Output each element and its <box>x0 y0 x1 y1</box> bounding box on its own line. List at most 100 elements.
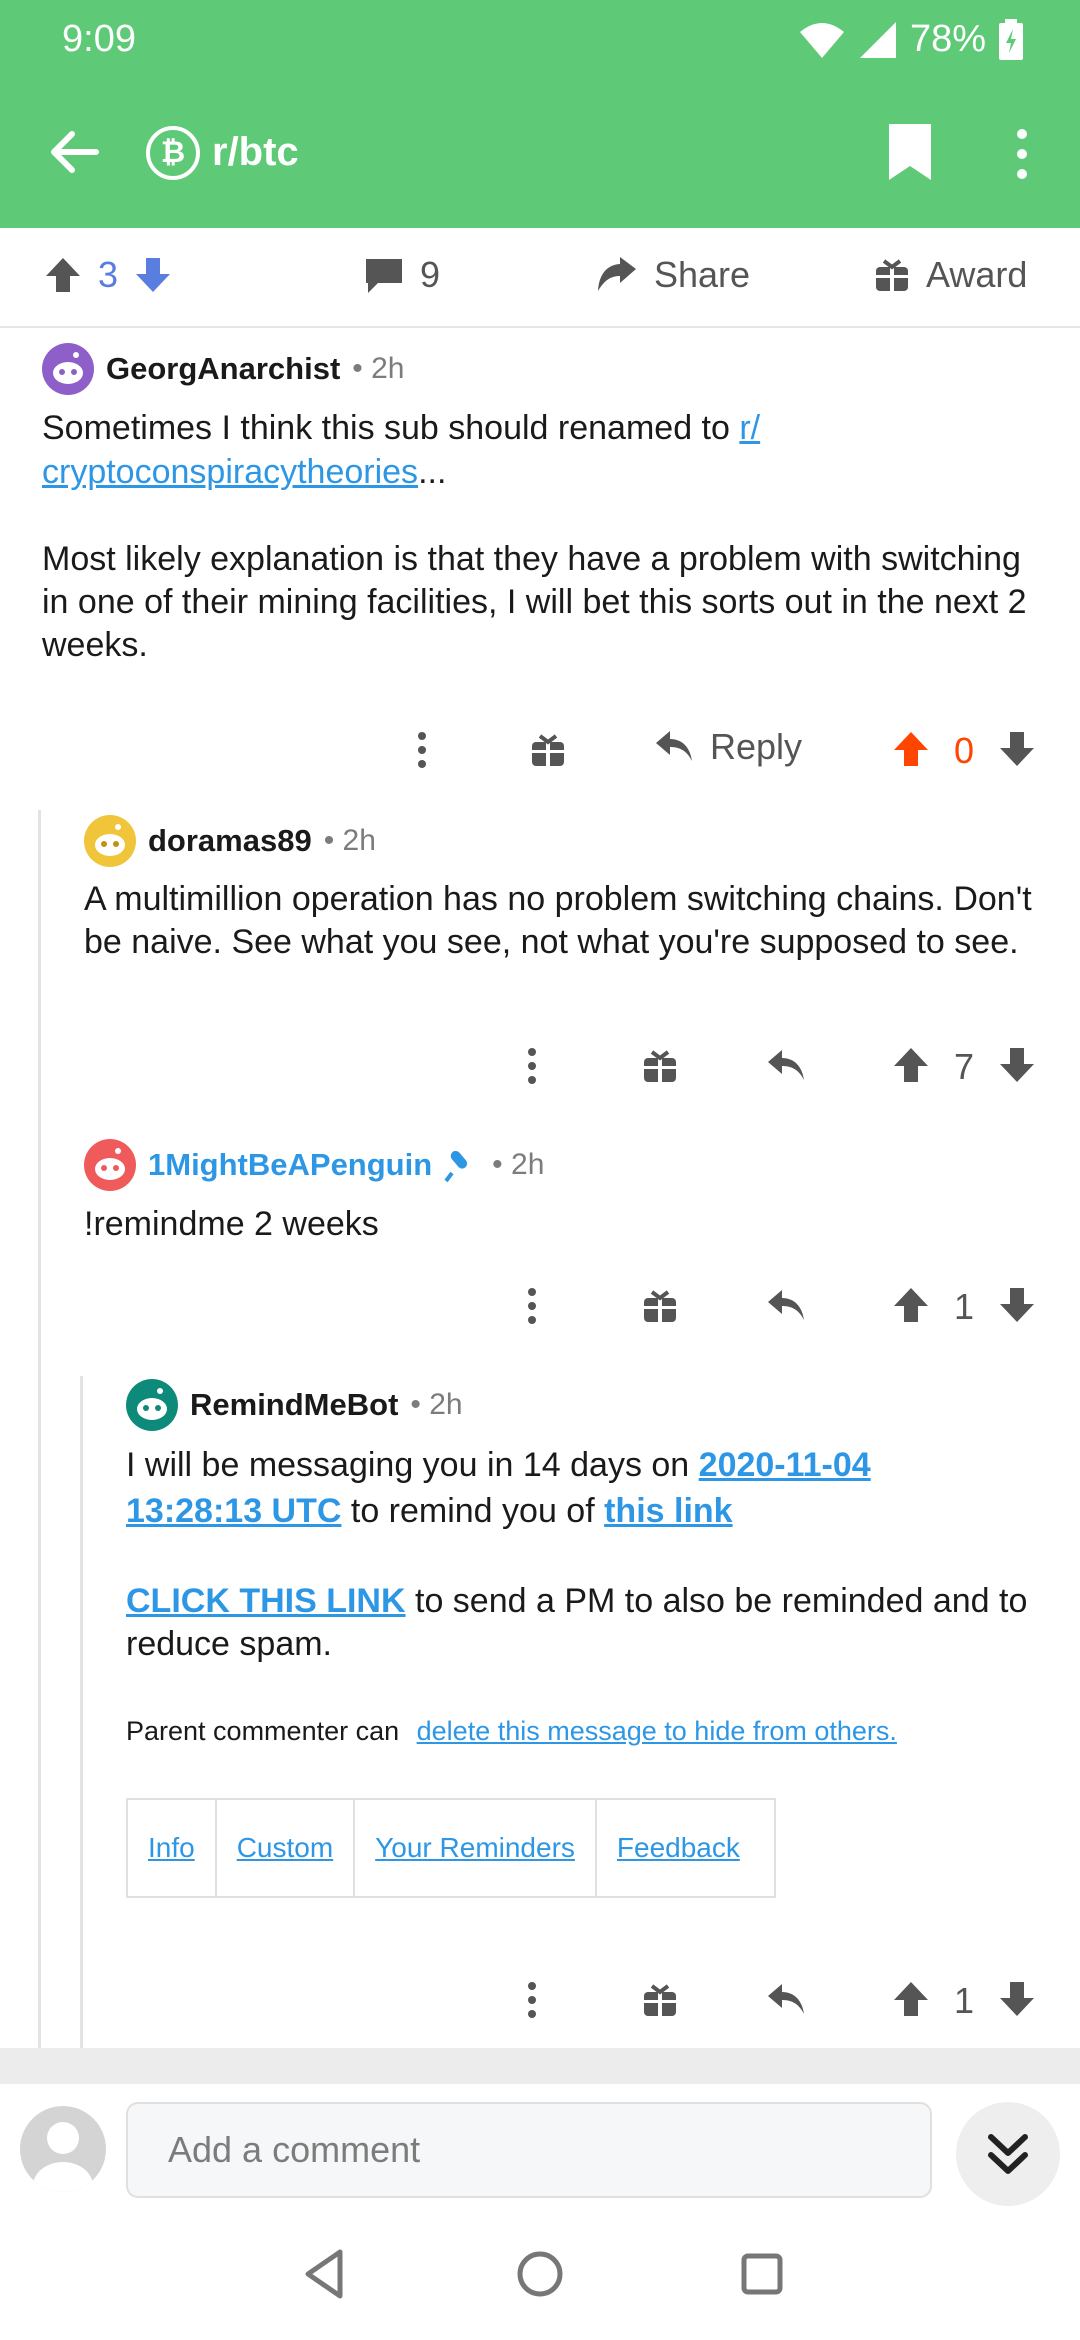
upvote-icon[interactable] <box>44 256 82 294</box>
battery-icon <box>999 18 1023 60</box>
upvote-icon[interactable] <box>892 1286 930 1324</box>
more-options-icon[interactable] <box>412 730 432 770</box>
comment-author[interactable]: RemindMeBot <box>190 1387 398 1423</box>
share-icon <box>598 257 636 291</box>
comment-1mightbeapenguin: 1MightBeAPenguin • 2h !remindme 2 weeks <box>84 1136 1064 1246</box>
more-options-icon[interactable] <box>522 1286 542 1326</box>
comment-time: • 2h <box>492 1148 545 1181</box>
comment-time: • 2h <box>323 824 376 857</box>
upvote-icon[interactable] <box>892 1980 930 2018</box>
comment-score: 1 <box>954 1980 975 2021</box>
nav-home-icon[interactable] <box>510 2244 570 2304</box>
comment-actions: 1 <box>510 1264 1050 1344</box>
reply-icon[interactable] <box>766 1288 806 1324</box>
feedback-link[interactable]: Feedback <box>597 1800 760 1896</box>
comment-actions: Reply 0 <box>400 710 1040 790</box>
delete-message-link[interactable]: delete this message to hide from others. <box>417 1716 897 1746</box>
bookmark-icon[interactable] <box>885 122 935 182</box>
subreddit-link-cont[interactable]: cryptoconspiracytheories <box>42 453 418 491</box>
comments-button[interactable]: 9 <box>364 254 440 296</box>
more-options-icon[interactable] <box>522 1046 542 1086</box>
comment-author[interactable]: 1MightBeAPenguin <box>148 1147 432 1183</box>
add-comment-input[interactable]: Add a comment <box>126 2102 932 2198</box>
comment-body: A multimillion operation has no problem … <box>84 880 1032 961</box>
section-divider <box>0 2048 1080 2084</box>
date-link[interactable]: 2020-11-04 <box>699 1446 871 1484</box>
avatar[interactable] <box>84 1139 136 1191</box>
nav-back-icon[interactable] <box>296 2244 356 2304</box>
comment-score: 1 <box>954 1286 975 1327</box>
post-vote: 3 <box>44 254 172 296</box>
comment-header: doramas89 • 2h <box>84 812 1064 870</box>
comment-body: I will be messaging you in 14 days on 20… <box>126 1442 1066 1898</box>
status-icons: 78% <box>798 18 1024 61</box>
avatar[interactable] <box>126 1379 178 1431</box>
reply-icon[interactable] <box>766 1048 806 1084</box>
click-this-link[interactable]: CLICK THIS LINK <box>126 1582 406 1620</box>
back-arrow-icon[interactable] <box>44 122 104 182</box>
app-bar: 9:09 78% ₿ r/btc <box>0 0 1080 228</box>
status-bar: 9:09 78% <box>0 0 1080 80</box>
comment-paragraph: Parent commenter can delete this message… <box>126 1716 897 1746</box>
comment-paragraph: I will be messaging you in 14 days on 20… <box>126 1446 871 1530</box>
comment-score: 7 <box>954 1046 975 1087</box>
avatar[interactable] <box>84 815 136 867</box>
user-silhouette-icon <box>33 2122 93 2192</box>
snoo-avatar-icon <box>95 1148 125 1180</box>
collapse-comments-button[interactable] <box>956 2102 1060 2206</box>
comment-header: GeorgAnarchist • 2h <box>42 340 1042 398</box>
comment-actions: 7 <box>510 1024 1050 1104</box>
reply-icon[interactable] <box>766 1982 806 2018</box>
comment-score: 0 <box>954 730 975 771</box>
upvote-icon[interactable] <box>892 730 930 768</box>
date-link-cont[interactable]: 13:28:13 UTC <box>126 1492 341 1530</box>
downvote-icon[interactable] <box>998 1046 1036 1084</box>
upvote-icon[interactable] <box>892 1046 930 1084</box>
toolbar: ₿ r/btc <box>0 100 1080 210</box>
your-reminders-link[interactable]: Your Reminders <box>355 1800 597 1896</box>
comment-remindmebot: RemindMeBot • 2h I will be messaging you… <box>126 1376 1066 1898</box>
gift-icon[interactable] <box>642 1982 678 2018</box>
battery-percent: 78% <box>909 18 986 60</box>
gift-icon[interactable] <box>642 1288 678 1324</box>
gift-icon <box>876 259 908 291</box>
this-link[interactable]: this link <box>604 1492 732 1530</box>
more-options-icon[interactable] <box>522 1980 542 2020</box>
reply-label: Reply <box>710 726 803 767</box>
gift-icon[interactable] <box>642 1048 678 1084</box>
signal-icon <box>859 21 896 58</box>
comment-paragraph: Most likely explanation is that they hav… <box>42 540 1027 664</box>
comment-time: • 2h <box>410 1388 463 1421</box>
downvote-icon[interactable] <box>134 256 172 294</box>
user-avatar[interactable] <box>20 2106 106 2192</box>
reply-button[interactable]: Reply <box>654 726 802 768</box>
info-link[interactable]: Info <box>128 1800 217 1896</box>
subreddit-name[interactable]: r/btc <box>212 130 299 175</box>
comment-georganarchist: GeorgAnarchist • 2h Sometimes I think th… <box>42 340 1042 667</box>
avatar[interactable] <box>42 343 94 395</box>
custom-link[interactable]: Custom <box>217 1800 356 1896</box>
snoo-avatar-icon <box>137 1388 167 1420</box>
more-vert-icon[interactable] <box>1004 126 1040 182</box>
wifi-icon <box>799 22 844 58</box>
share-label: Share <box>654 254 751 295</box>
comment-author[interactable]: doramas89 <box>148 823 312 859</box>
reminder-links-table: Info Custom Your Reminders Feedback <box>126 1798 776 1898</box>
subreddit-icon[interactable]: ₿ <box>146 126 200 180</box>
nav-recents-icon[interactable] <box>732 2244 792 2304</box>
downvote-icon[interactable] <box>998 730 1036 768</box>
status-time: 9:09 <box>62 18 136 60</box>
comment-author[interactable]: GeorgAnarchist <box>106 351 340 387</box>
downvote-icon[interactable] <box>998 1286 1036 1324</box>
subreddit-link[interactable]: r/ <box>739 409 760 447</box>
microphone-icon <box>444 1150 468 1183</box>
comment-time: • 2h <box>352 352 405 385</box>
reply-icon <box>656 731 692 761</box>
gift-icon[interactable] <box>530 732 566 768</box>
comment-header: 1MightBeAPenguin • 2h <box>84 1136 1064 1194</box>
double-chevron-down-icon <box>988 2134 1028 2174</box>
comment-icon <box>366 259 402 293</box>
share-button[interactable]: Share <box>596 254 750 296</box>
award-button[interactable]: Award <box>874 254 1027 296</box>
downvote-icon[interactable] <box>998 1980 1036 2018</box>
